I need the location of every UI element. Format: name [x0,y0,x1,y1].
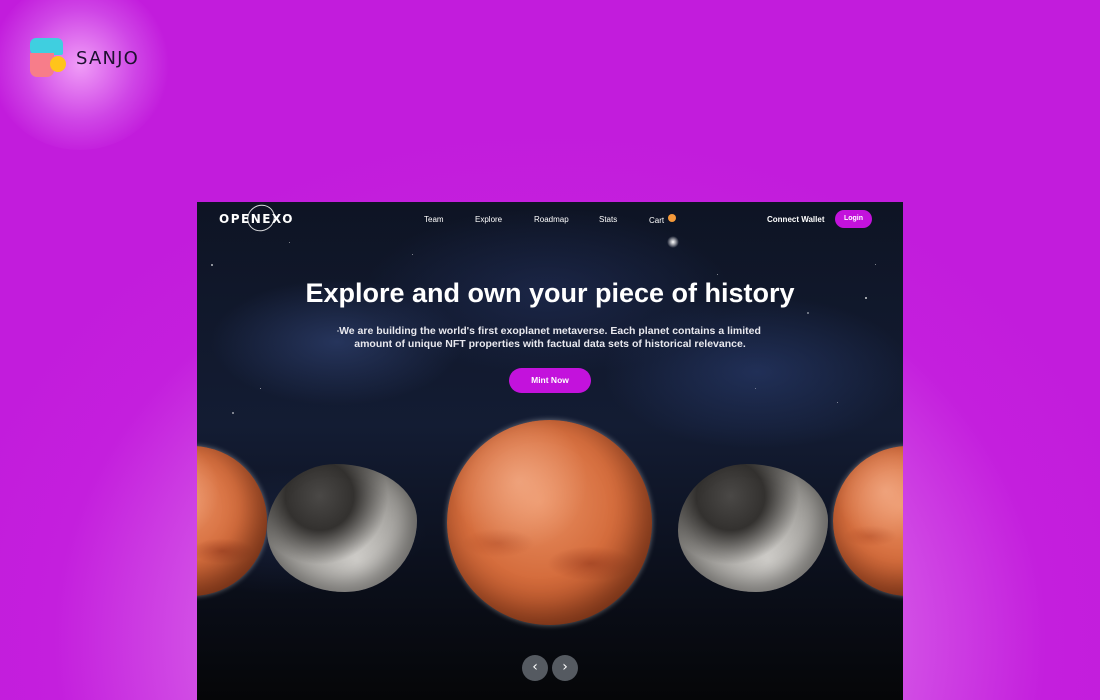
star [875,264,876,265]
brand-name: SANJO [76,47,140,69]
planet-mars-left[interactable] [197,446,267,596]
connect-wallet-button[interactable]: Connect Wallet [767,215,824,224]
chevron-right-icon: › [562,659,568,675]
planet-mars-right[interactable] [833,446,903,596]
login-button[interactable]: Login [835,210,872,228]
hero-title: Explore and own your piece of history [305,278,795,308]
nav-explore[interactable]: Explore [475,215,502,224]
star [289,242,290,243]
chevron-left-icon: ‹ [532,659,538,675]
site-navbar: OPENEXO Team Explore Roadmap Stats Cart … [197,202,903,238]
sanjo-brand: SANJO [30,38,139,78]
star [211,264,213,266]
logo-orbit-icon [242,202,280,237]
hero-subtitle-line: amount of unique NFT properties with fac… [354,338,746,350]
star [807,312,809,314]
planet-moon-left[interactable] [267,464,417,592]
sanjo-logo-icon [30,38,66,78]
planet-mars-center[interactable] [447,420,652,625]
star [755,388,756,389]
star [837,402,838,403]
star [232,412,234,414]
nav-roadmap[interactable]: Roadmap [534,215,569,224]
carousel-next-button[interactable]: › [552,655,578,681]
website-screenshot: OPENEXO Team Explore Roadmap Stats Cart … [197,202,903,700]
nav-team[interactable]: Team [424,215,444,224]
hero-subtitle-line: We are building the world's first exopla… [339,325,761,337]
mint-now-button[interactable]: Mint Now [509,368,591,393]
carousel-prev-button[interactable]: ‹ [522,655,548,681]
cart-badge [668,214,676,222]
nav-stats[interactable]: Stats [599,215,617,224]
star [260,388,261,389]
planet-moon-right[interactable] [678,464,828,592]
hero-subtitle: We are building the world's first exopla… [327,325,773,351]
nav-cart[interactable]: Cart [649,216,664,225]
star [412,254,413,255]
star [717,274,718,275]
